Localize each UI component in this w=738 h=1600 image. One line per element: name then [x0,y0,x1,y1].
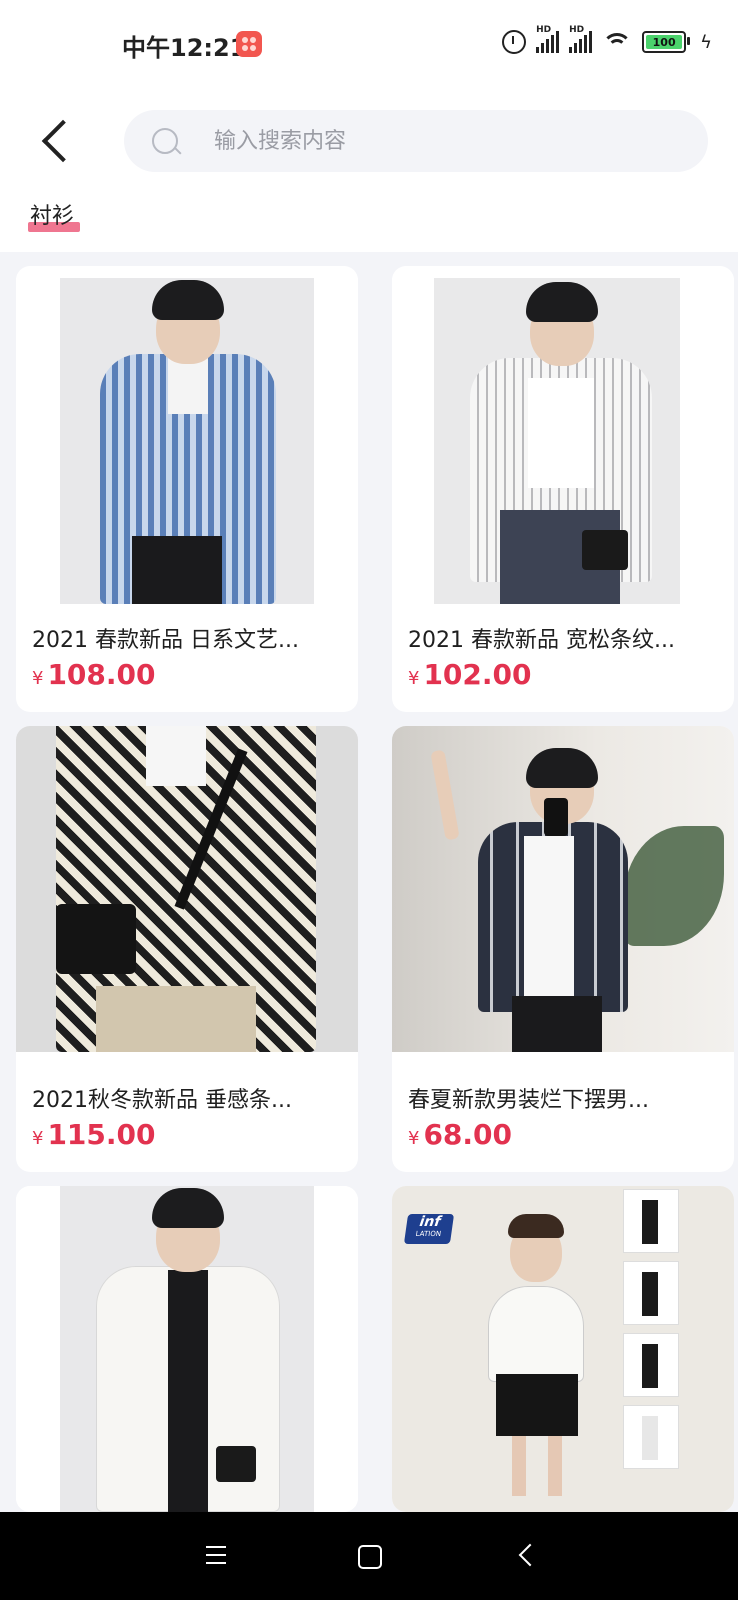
system-navigation-bar [0,1512,738,1600]
category-tab-label: 衬衫 [30,204,75,229]
price-value: 108.00 [47,658,156,691]
product-name: 2021 春款新品 日系文艺... [32,628,299,653]
product-price: ¥68.00 [408,1118,512,1151]
product-card[interactable] [16,1186,358,1512]
search-header: 衬衫 [0,92,738,252]
home-icon[interactable] [358,1545,382,1569]
signal-icon-2: HD [569,25,593,53]
product-name: 2021秋冬款新品 垂感条... [32,1088,292,1113]
product-card[interactable]: 2021秋冬款新品 垂感条... ¥115.00 [16,726,358,1172]
product-card[interactable]: 春夏新款男装烂下摆男... ¥68.00 [392,726,734,1172]
hd-label: HD [569,25,585,35]
battery-icon: 100 [642,31,691,53]
product-name: 2021 春款新品 宽松条纹... [408,628,675,653]
price-value: 115.00 [47,1118,156,1151]
alarm-icon [502,30,527,54]
currency-symbol: ¥ [408,668,420,689]
brand-logo-text: inf [418,1214,442,1230]
product-name: 春夏新款男装烂下摆男... [408,1088,649,1113]
hd-label: HD [536,25,552,35]
brand-logo-subtext: LATION [415,1230,442,1238]
app-notification-icon [236,31,262,57]
product-price: ¥115.00 [32,1118,156,1151]
search-icon [152,128,178,154]
product-card[interactable]: 2021 春款新品 日系文艺... ¥108.00 [16,266,358,712]
product-image[interactable] [392,278,734,604]
currency-symbol: ¥ [32,668,44,689]
wifi-icon [602,31,633,53]
currency-symbol: ¥ [408,1128,420,1149]
charging-icon: ϟ [700,31,712,53]
product-card[interactable]: inf LATION [392,1186,734,1512]
product-image[interactable] [16,726,358,1052]
search-bar[interactable] [124,110,708,172]
back-icon[interactable] [518,1543,542,1567]
back-button[interactable] [30,112,80,172]
signal-icon-1: HD [536,25,560,53]
battery-level: 100 [652,35,676,49]
status-bar: 中午12:21 HD HD 100 ϟ [0,0,738,92]
price-value: 68.00 [423,1118,513,1151]
product-image[interactable] [16,1186,358,1512]
product-image[interactable]: inf LATION [392,1186,734,1512]
product-price: ¥108.00 [32,658,156,691]
brand-logo: inf LATION [403,1214,455,1244]
recent-apps-icon[interactable] [206,1546,226,1564]
status-icons: HD HD 100 ϟ [502,25,712,54]
category-tab-active[interactable]: 衬衫 [28,198,80,232]
price-value: 102.00 [423,658,532,691]
currency-symbol: ¥ [32,1128,44,1149]
status-time: 中午12:21 [122,34,247,62]
product-price: ¥102.00 [408,658,532,691]
search-input[interactable] [212,127,676,155]
product-image[interactable] [16,278,358,604]
product-card[interactable]: 2021 春款新品 宽松条纹... ¥102.00 [392,266,734,712]
product-image[interactable] [392,726,734,1052]
